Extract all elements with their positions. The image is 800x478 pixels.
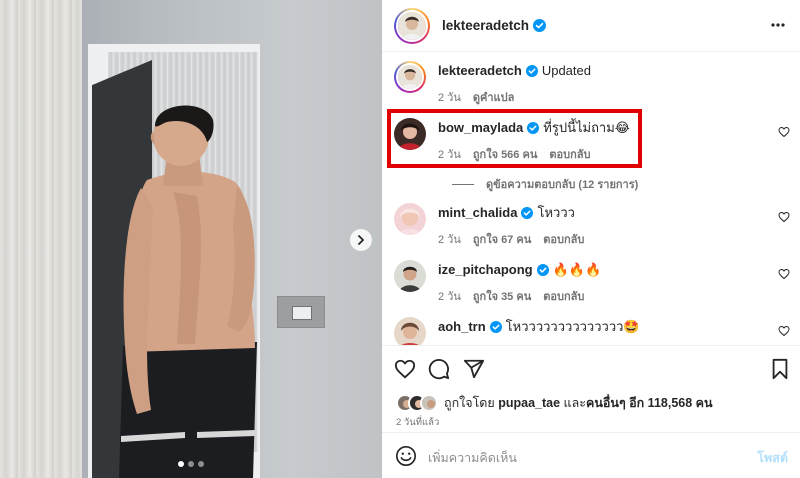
- comment-composer: เพิ่มความคิดเห็น โพสต์: [382, 432, 800, 478]
- light-switch: [277, 296, 325, 328]
- carousel-dot: [188, 461, 194, 467]
- liked-by-row[interactable]: ถูกใจโดย pupaa_tae และคนอื่นๆ อีก 118,56…: [396, 393, 713, 413]
- comment-likes[interactable]: ถูกใจ 35 คน: [473, 287, 531, 305]
- heart-icon[interactable]: [778, 325, 790, 337]
- caption-time: 2 วัน: [438, 92, 461, 104]
- comment-text: ที่รูปนี้ไม่ถาม😂: [543, 120, 630, 135]
- comment-time: 2 วัน: [438, 291, 461, 303]
- post-header: lekteeradetch: [382, 0, 800, 52]
- comment-text: โหวววววววววววววว🤩: [505, 319, 640, 334]
- liked-by-others[interactable]: คนอื่นๆ อีก 118,568 คน: [586, 396, 713, 410]
- comment-username[interactable]: aoh_trn: [438, 319, 486, 334]
- chevron-right-icon: [358, 235, 364, 245]
- view-replies-link[interactable]: ดูข้อความตอบกลับ (12 รายการ): [452, 175, 638, 193]
- commenter-avatar[interactable]: [394, 317, 426, 345]
- post-actions: ถูกใจโดย pupaa_tae และคนอื่นๆ อีก 118,56…: [382, 345, 800, 471]
- liked-by-prefix: ถูกใจโดย: [444, 396, 495, 410]
- post-side-panel: lekteeradetch lekteeradetch Updated 2 วัน…: [382, 0, 800, 478]
- caption-avatar[interactable]: [394, 61, 426, 93]
- comments-list[interactable]: lekteeradetch Updated 2 วัน ดูคำแปล bow_m…: [382, 53, 800, 345]
- comment-username[interactable]: mint_chalida: [438, 205, 517, 220]
- heart-icon[interactable]: [778, 268, 790, 280]
- more-options-icon[interactable]: [770, 17, 786, 33]
- author-avatar[interactable]: [394, 7, 430, 44]
- heart-icon[interactable]: [778, 126, 790, 138]
- carousel-next-button[interactable]: [350, 229, 372, 251]
- comment-likes[interactable]: ถูกใจ 67 คน: [473, 230, 531, 248]
- post-timestamp: 2 วันที่แล้ว: [396, 417, 440, 428]
- commenter-avatar[interactable]: [394, 260, 426, 292]
- comment-time: 2 วัน: [438, 149, 461, 161]
- verified-badge-icon: [533, 19, 547, 32]
- verified-badge-icon: [521, 207, 534, 219]
- emoji-icon[interactable]: [395, 445, 417, 467]
- carousel-dot: [198, 461, 204, 467]
- comment-time: 2 วัน: [438, 234, 461, 246]
- curtain: [0, 0, 82, 478]
- carousel-dots: [178, 461, 204, 467]
- post-comment-button[interactable]: โพสต์: [757, 448, 788, 468]
- replies-divider: [452, 183, 474, 185]
- view-replies-text: ดูข้อความตอบกลับ (12 รายการ): [486, 179, 639, 191]
- like-heart-icon[interactable]: [394, 358, 416, 380]
- bookmark-icon[interactable]: [770, 358, 790, 380]
- verified-badge-icon: [536, 264, 549, 276]
- carousel-dot: [178, 461, 184, 467]
- reply-button[interactable]: ตอบกลับ: [543, 287, 584, 305]
- comment-username[interactable]: ize_pitchapong: [438, 262, 533, 277]
- translate-button[interactable]: ดูคำแปล: [473, 88, 515, 106]
- reply-button[interactable]: ตอบกลับ: [543, 230, 584, 248]
- liked-by-user[interactable]: pupaa_tae: [498, 396, 560, 410]
- verified-badge-icon: [525, 65, 538, 77]
- heart-icon[interactable]: [778, 211, 790, 223]
- caption-text: Updated: [541, 63, 591, 78]
- comment-text: โหววว: [537, 205, 575, 220]
- liker-avatar: [420, 394, 438, 412]
- commenter-avatar[interactable]: [394, 118, 426, 150]
- post-photo[interactable]: [0, 0, 382, 478]
- commenter-avatar[interactable]: [394, 203, 426, 235]
- author-username[interactable]: lekteeradetch: [442, 18, 529, 33]
- caption-username[interactable]: lekteeradetch: [438, 63, 522, 78]
- comment-bubble-icon[interactable]: [428, 358, 450, 380]
- reply-button[interactable]: ตอบกลับ: [549, 145, 590, 163]
- verified-badge-icon: [489, 321, 502, 333]
- comment-username[interactable]: bow_maylada: [438, 120, 523, 135]
- comment-likes[interactable]: ถูกใจ 566 คน: [473, 145, 537, 163]
- comment-input[interactable]: เพิ่มความคิดเห็น: [428, 448, 517, 468]
- verified-badge-icon: [527, 122, 540, 134]
- comment-text: 🔥🔥🔥: [552, 262, 602, 277]
- share-send-icon[interactable]: [463, 358, 485, 380]
- liked-by-connector: และ: [563, 396, 586, 410]
- person-figure: [119, 105, 257, 478]
